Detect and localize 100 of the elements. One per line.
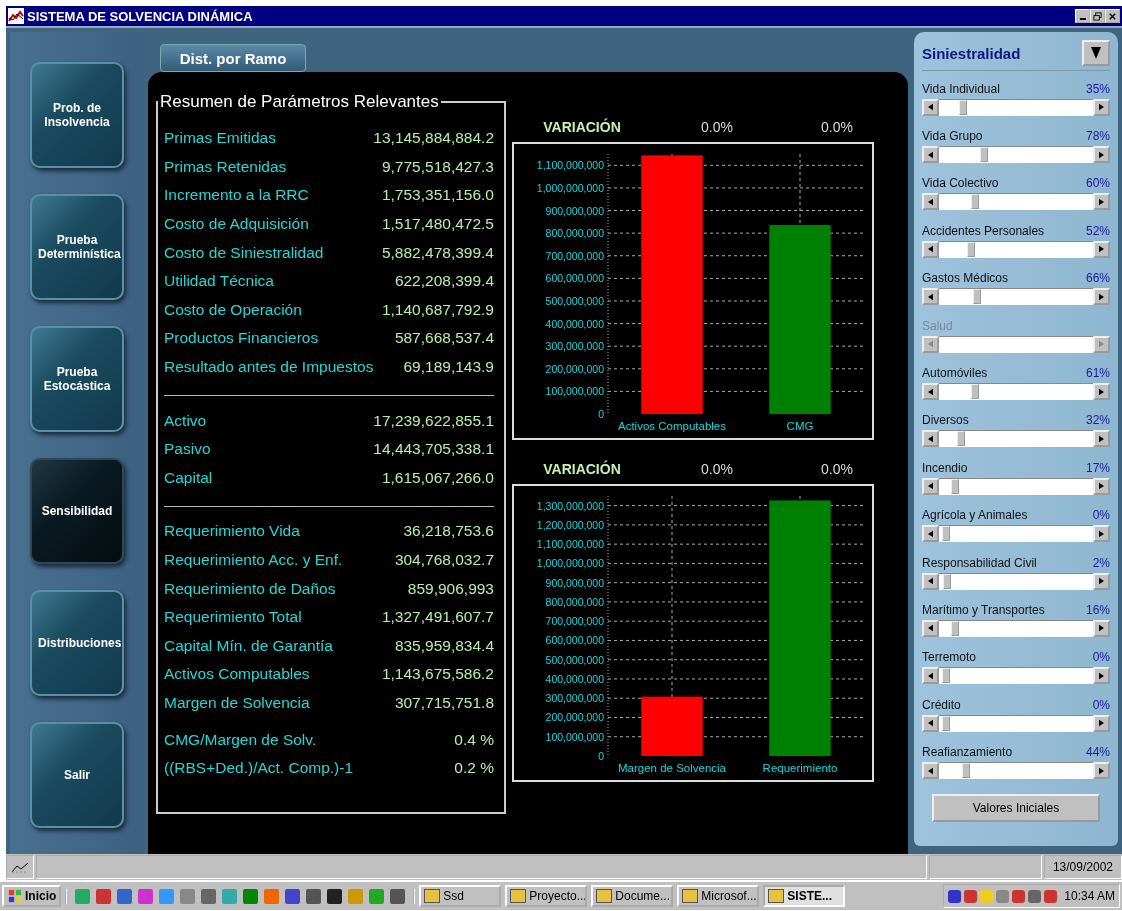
- slider-thumb[interactable]: [950, 478, 959, 494]
- slider-label: Crédito: [922, 697, 961, 712]
- left-arrow-button[interactable]: [922, 572, 939, 590]
- parameter-value: 1,615,067,266.0: [381, 468, 494, 487]
- parameter-value: 14,443,705,338.1: [373, 440, 494, 459]
- tray-icon[interactable]: [1012, 889, 1026, 903]
- right-arrow-button[interactable]: [1093, 98, 1110, 116]
- slider-thumb[interactable]: [941, 526, 950, 542]
- right-arrow-button[interactable]: [1093, 525, 1110, 543]
- tray-icon[interactable]: [964, 889, 978, 903]
- slider-thumb[interactable]: [941, 668, 950, 684]
- left-arrow-icon: [928, 103, 933, 112]
- parameter-label: Costo de Adquisición: [164, 215, 309, 234]
- tray-icon[interactable]: [996, 889, 1010, 903]
- left-arrow-icon: [928, 577, 933, 586]
- slider-thumb[interactable]: [941, 715, 950, 731]
- left-arrow-button[interactable]: [922, 477, 939, 495]
- app-icon[interactable]: [390, 888, 406, 904]
- axis-tick-label: 600,000,000: [545, 272, 604, 285]
- window-icon: [510, 889, 527, 903]
- parameter-value: 5,882,478,399.4: [381, 243, 494, 262]
- clock: 10:34 AM: [1064, 889, 1115, 903]
- left-arrow-button[interactable]: [922, 714, 939, 732]
- right-arrow-icon: [1099, 340, 1104, 349]
- nav-button[interactable]: Salir: [30, 722, 124, 828]
- parameter-value: 13,145,884,884.2: [373, 129, 494, 148]
- right-arrow-button[interactable]: [1093, 430, 1110, 448]
- parameter-label: Primas Emitidas: [164, 129, 276, 148]
- taskbar-button[interactable]: SISTE...: [763, 885, 846, 907]
- app-icon[interactable]: [327, 888, 343, 904]
- left-arrow-button[interactable]: [922, 193, 939, 211]
- minimize-button[interactable]: [1075, 9, 1090, 23]
- right-arrow-button[interactable]: [1093, 240, 1110, 258]
- variation-value: 0.0%: [820, 461, 854, 477]
- slider-thumb[interactable]: [971, 384, 980, 400]
- right-arrow-button[interactable]: [1093, 714, 1110, 732]
- slider-thumb[interactable]: [943, 573, 952, 589]
- parameter-label: Activo: [164, 411, 207, 430]
- axis-tick-label: 300,000,000: [545, 340, 604, 353]
- axis-tick-label: 1,200,000,000: [536, 518, 604, 531]
- left-arrow-button[interactable]: [922, 525, 939, 543]
- app-icon[interactable]: [306, 888, 322, 904]
- taskbar-button[interactable]: Ssd: [419, 885, 502, 907]
- reset-button[interactable]: Valores Iniciales: [932, 793, 1100, 822]
- right-arrow-button[interactable]: [1093, 762, 1110, 780]
- close-button[interactable]: [1105, 9, 1120, 23]
- axis-tick-label: 700,000,000: [545, 615, 604, 628]
- app-icon[interactable]: [285, 888, 301, 904]
- dist-button[interactable]: Dist. por Ramo: [160, 44, 306, 72]
- taskbar-button[interactable]: Proyecto...: [505, 885, 588, 907]
- tray-icon[interactable]: [948, 889, 962, 903]
- slider-thumb[interactable]: [950, 621, 959, 636]
- right-arrow-button[interactable]: [1093, 667, 1110, 685]
- window-icon: [682, 889, 699, 903]
- slider-thumb[interactable]: [962, 763, 971, 779]
- nav-button[interactable]: Sensibilidad: [30, 458, 124, 564]
- left-arrow-button[interactable]: [922, 288, 939, 306]
- right-arrow-button[interactable]: [1093, 193, 1110, 211]
- tray-icon[interactable]: [1028, 889, 1042, 903]
- slider-thumb[interactable]: [971, 194, 980, 210]
- parameter-value: 587,668,537.4: [394, 329, 494, 348]
- slider-thumb[interactable]: [972, 289, 981, 305]
- taskbar-button[interactable]: Docume...: [591, 885, 674, 907]
- slider-thumb[interactable]: [959, 99, 968, 115]
- slider-value: 78%: [1085, 129, 1110, 144]
- dropdown-button[interactable]: [1082, 40, 1110, 66]
- left-arrow-icon: [928, 197, 933, 206]
- right-arrow-button[interactable]: [1093, 288, 1110, 306]
- nav-button[interactable]: Prob. de Insolvencia: [30, 62, 124, 168]
- slider-thumb[interactable]: [979, 147, 988, 163]
- nav-button[interactable]: Prueba Determinística: [30, 194, 124, 300]
- slider-label: Incendio: [922, 460, 968, 475]
- taskbar-button[interactable]: Microsof...: [677, 885, 760, 907]
- left-arrow-icon: [928, 150, 933, 159]
- right-arrow-button[interactable]: [1093, 383, 1110, 401]
- right-arrow-button[interactable]: [1093, 146, 1110, 164]
- start-button[interactable]: Inicio: [2, 885, 62, 907]
- right-arrow-icon: [1099, 434, 1104, 443]
- left-arrow-button[interactable]: [922, 762, 939, 780]
- left-arrow-button[interactable]: [922, 667, 939, 685]
- parameter-value: 69,189,143.9: [403, 358, 494, 377]
- slider-thumb[interactable]: [956, 431, 965, 447]
- left-arrow-button[interactable]: [922, 98, 939, 116]
- left-arrow-button[interactable]: [922, 240, 939, 258]
- right-arrow-button[interactable]: [1093, 477, 1110, 495]
- nav-button[interactable]: Distribuciones: [30, 590, 124, 696]
- left-arrow-button[interactable]: [922, 146, 939, 164]
- nav-button[interactable]: Prueba Estocástica: [30, 326, 124, 432]
- slider-thumb[interactable]: [966, 241, 975, 257]
- left-arrow-button[interactable]: [922, 620, 939, 637]
- right-arrow-button[interactable]: [1093, 620, 1110, 637]
- right-arrow-button[interactable]: [1093, 572, 1110, 590]
- left-arrow-button[interactable]: [922, 383, 939, 401]
- right-arrow-icon: [1099, 671, 1104, 680]
- left-arrow-button[interactable]: [922, 430, 939, 448]
- parameter-label: Margen de Solvencia: [164, 694, 310, 712]
- window-icon: [596, 889, 613, 903]
- restore-button[interactable]: [1090, 9, 1105, 23]
- tray-icon[interactable]: [1044, 889, 1058, 903]
- axis-tick-label: 300,000,000: [545, 692, 604, 705]
